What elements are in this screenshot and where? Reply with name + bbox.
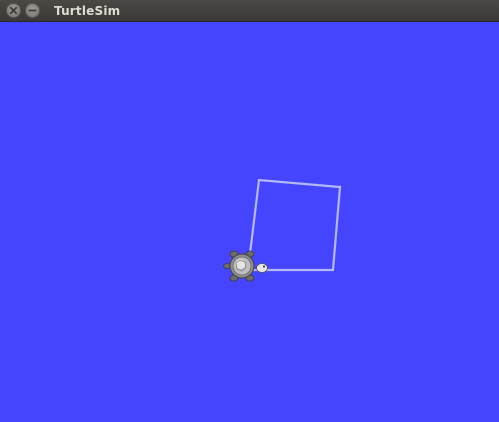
- canvas-background: [0, 22, 499, 422]
- canvas-drawing: [0, 22, 499, 422]
- turtlesim-window: TurtleSim: [0, 0, 499, 422]
- turtle-canvas[interactable]: [0, 22, 499, 422]
- minimize-button[interactable]: [25, 3, 40, 18]
- minimize-icon: [28, 9, 37, 12]
- close-icon: [9, 6, 18, 15]
- window-title: TurtleSim: [54, 4, 121, 18]
- close-button[interactable]: [6, 3, 21, 18]
- title-bar[interactable]: TurtleSim: [0, 0, 499, 22]
